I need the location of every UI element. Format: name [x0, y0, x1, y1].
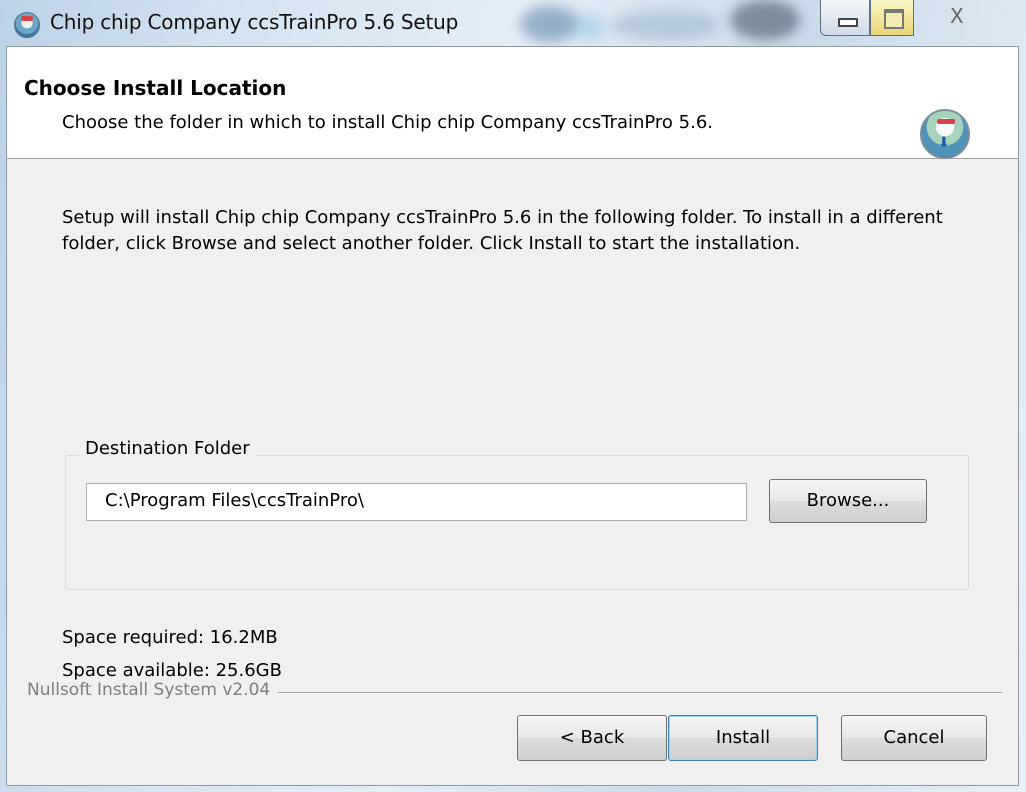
window-title: Chip chip Company ccsTrainPro 5.6 Setup — [50, 10, 459, 34]
title-bar[interactable]: Chip chip Company ccsTrainPro 5.6 Setup … — [0, 0, 1026, 46]
destination-folder-label: Destination Folder — [79, 438, 256, 459]
page-title: Choose Install Location — [24, 76, 287, 100]
browse-button[interactable]: Browse... — [769, 479, 927, 523]
cancel-button[interactable]: Cancel — [841, 715, 987, 761]
maximize-button[interactable] — [870, 0, 914, 36]
caption-buttons: X — [820, 0, 1020, 40]
destination-path-input[interactable]: C:\Program Files\ccsTrainPro\ — [86, 483, 747, 521]
close-button[interactable]: X — [914, 0, 1012, 36]
page-subtitle: Choose the folder in which to install Ch… — [62, 112, 714, 133]
nsis-branding: Nullsoft Install System v2.04 — [27, 680, 279, 700]
install-button[interactable]: Install — [668, 715, 818, 761]
install-description: Setup will install Chip chip Company ccs… — [62, 207, 943, 254]
minimize-icon — [838, 18, 858, 27]
page-header: Choose Install Location Choose the folde… — [7, 47, 1018, 159]
installer-globe-icon — [920, 109, 970, 159]
installer-window: Chip chip Company ccsTrainPro 5.6 Setup … — [0, 0, 1026, 792]
maximize-icon — [884, 9, 904, 29]
dialog-client-area: Choose Install Location Choose the folde… — [6, 46, 1019, 786]
minimize-button[interactable] — [820, 0, 870, 36]
space-available-text: Space available: 25.6GB — [62, 660, 282, 681]
back-button[interactable]: < Back — [517, 715, 667, 761]
space-required-text: Space required: 16.2MB — [62, 627, 278, 648]
installer-globe-icon — [14, 12, 40, 38]
close-icon: X — [950, 4, 964, 28]
